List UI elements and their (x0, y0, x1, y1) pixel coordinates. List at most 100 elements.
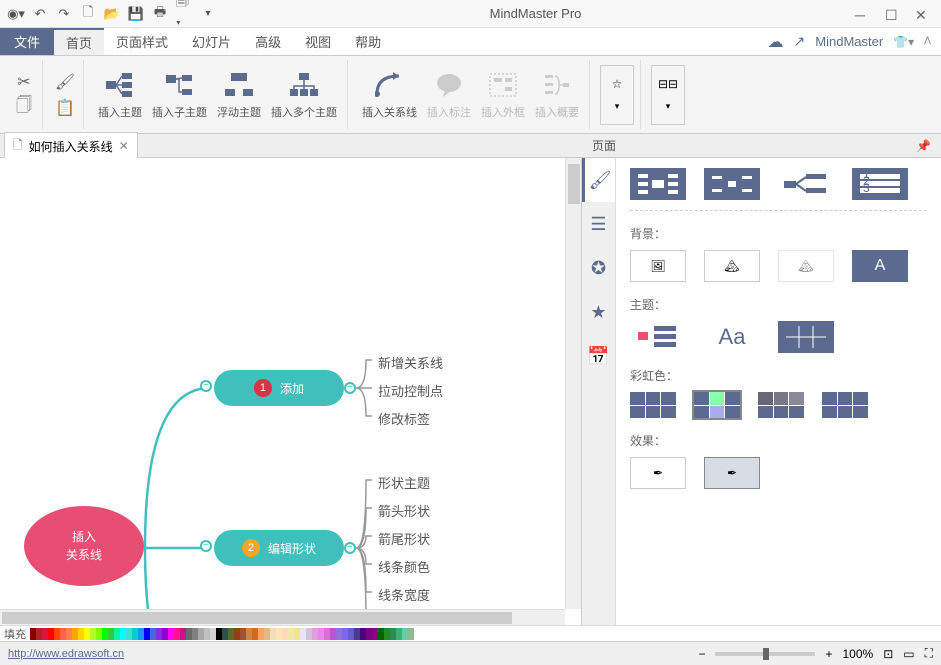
account-link[interactable]: MindMaster (815, 34, 883, 49)
app-title: MindMaster Pro (216, 6, 855, 21)
pin-icon[interactable]: 📌 (916, 139, 941, 153)
leaf[interactable]: 修改标签 (378, 409, 430, 428)
rainbow-swatch[interactable] (758, 392, 804, 418)
rainbow-swatch[interactable] (822, 392, 868, 418)
open-icon[interactable]: 📂 (104, 6, 120, 22)
bg-option[interactable]: 🏔 (778, 250, 834, 282)
copy-icon[interactable]: 🗍 (12, 98, 36, 118)
sp-tab-icons[interactable]: ✪ (582, 246, 615, 290)
horizontal-scrollbar[interactable] (0, 609, 565, 625)
rainbow-swatch[interactable] (694, 392, 740, 418)
zoom-slider[interactable] (715, 652, 815, 656)
effect-option[interactable]: ✒ (630, 457, 686, 489)
tab-view[interactable]: 视图 (293, 28, 343, 55)
layout-option[interactable] (630, 168, 686, 200)
bg-option[interactable]: 🖼 (630, 250, 686, 282)
insert-subtopic-button[interactable]: 插入子主题 (148, 68, 211, 122)
color-swatches[interactable] (30, 628, 941, 640)
fill-label: 填充 (0, 626, 30, 642)
export-icon[interactable]: 🗐▾ (176, 6, 192, 22)
url-link[interactable]: http://www.edrawsoft.cn (8, 648, 124, 660)
bg-option[interactable]: A (852, 250, 908, 282)
zoom-out-icon[interactable]: − (698, 647, 705, 661)
callout-icon (434, 70, 464, 100)
tab-page-style[interactable]: 页面样式 (104, 28, 180, 55)
sp-tab-clipart[interactable]: ★ (582, 290, 615, 334)
leaf[interactable]: 线条颜色 (378, 557, 430, 576)
leaf[interactable]: 箭尾形状 (378, 529, 430, 548)
close-icon[interactable]: ✕ (915, 7, 929, 21)
insert-callout-button[interactable]: 插入标注 (423, 68, 475, 122)
format-painter-icon[interactable]: 🖌 (53, 72, 77, 92)
canvas[interactable]: 插入 关系线 − − − 1添加 − 新增关系线 拉动控制点 修改标签 2编辑形… (0, 158, 581, 625)
sp-tab-outline[interactable]: ☰ (582, 202, 615, 246)
topic-icon (105, 70, 135, 100)
layout-option[interactable] (704, 168, 760, 200)
document-tab[interactable]: 🗋 如何插入关系线 ✕ (4, 132, 138, 160)
ribbon-extra-2[interactable]: ⊟⊟▾ (651, 65, 685, 125)
undo-icon[interactable]: ↶ (32, 6, 48, 22)
fullscreen-icon[interactable]: ⛶ (925, 646, 933, 661)
fit-width-icon[interactable]: ▭ (903, 647, 914, 661)
rainbow-swatch[interactable] (630, 392, 676, 418)
globe-icon[interactable]: ◉▾ (8, 6, 24, 22)
root-node[interactable]: 插入 关系线 (24, 506, 144, 586)
branch-node-1[interactable]: 1添加 (214, 370, 344, 406)
document-tab-bar: 🗋 如何插入关系线 ✕ 页面 📌 (0, 134, 941, 158)
redo-icon[interactable]: ↷ (56, 6, 72, 22)
theme-option[interactable] (630, 321, 686, 353)
new-icon[interactable]: 🗋 (80, 6, 96, 22)
theme-font[interactable]: Aa (704, 321, 760, 353)
fit-page-icon[interactable]: ⊡ (883, 647, 893, 661)
collapse-dot[interactable]: − (200, 540, 212, 552)
quick-access-toolbar: ◉▾ ↶ ↷ 🗋 📂 💾 🖶 🗐▾ ▾ (0, 6, 216, 22)
sp-tab-task[interactable]: 📅 (582, 334, 615, 378)
close-tab-icon[interactable]: ✕ (119, 139, 129, 153)
branch-node-2[interactable]: 2编辑形状 (214, 530, 344, 566)
tab-home[interactable]: 首页 (54, 28, 104, 55)
insert-summary-button[interactable]: 插入概要 (531, 68, 583, 122)
section-background: 背景： (630, 225, 927, 242)
collapse-dot[interactable]: − (344, 382, 356, 394)
collapse-ribbon-icon[interactable]: ᐱ (924, 36, 931, 47)
share-icon[interactable]: ↗ (794, 33, 806, 50)
leaf[interactable]: 线条宽度 (378, 585, 430, 604)
sidepanel-tabs: 🖌 ☰ ✪ ★ 📅 (582, 158, 616, 625)
floating-topic-button[interactable]: 浮动主题 (213, 68, 265, 122)
effect-option[interactable]: ✒ (704, 457, 760, 489)
tab-advanced[interactable]: 高级 (243, 28, 293, 55)
paste-icon[interactable]: 📋 (53, 98, 77, 118)
layout-option[interactable]: 123 (852, 168, 908, 200)
leaf[interactable]: 箭头形状 (378, 501, 430, 520)
insert-relation-button[interactable]: 插入关系线 (358, 68, 421, 122)
collapse-dot[interactable]: − (344, 542, 356, 554)
leaf[interactable]: 形状主题 (378, 473, 430, 492)
cloud-icon[interactable]: ☁ (768, 32, 784, 52)
zoom-in-icon[interactable]: + (825, 647, 832, 661)
print-icon[interactable]: 🖶 (152, 6, 168, 22)
structure-icon: ⊟⊟ (658, 77, 678, 91)
ribbon-extra-1[interactable]: ☆▾ (600, 65, 634, 125)
layout-option[interactable] (778, 168, 834, 200)
vertical-scrollbar[interactable] (565, 158, 581, 609)
leaf[interactable]: 新增关系线 (378, 353, 443, 372)
save-icon[interactable]: 💾 (128, 6, 144, 22)
tab-help[interactable]: 帮助 (343, 28, 393, 55)
insert-boundary-button[interactable]: 插入外框 (477, 68, 529, 122)
section-theme: 主题： (630, 296, 927, 313)
insert-multiple-button[interactable]: 插入多个主题 (267, 68, 341, 122)
bg-option[interactable]: 🏔 (704, 250, 760, 282)
collapse-dot[interactable]: − (200, 380, 212, 392)
tshirt-icon[interactable]: 👕▾ (893, 35, 914, 49)
sp-tab-format[interactable]: 🖌 (582, 158, 615, 202)
canvas-wrapper: 插入 关系线 − − − 1添加 − 新增关系线 拉动控制点 修改标签 2编辑形… (0, 158, 581, 625)
minimize-icon[interactable]: ─ (855, 7, 869, 21)
cut-icon[interactable]: ✂ (12, 72, 36, 92)
tab-slideshow[interactable]: 幻灯片 (180, 28, 243, 55)
leaf[interactable]: 拉动控制点 (378, 381, 443, 400)
maximize-icon[interactable]: ☐ (885, 7, 899, 21)
file-menu[interactable]: 文件 (0, 28, 54, 55)
insert-topic-button[interactable]: 插入主题 (94, 68, 146, 122)
theme-color[interactable] (778, 321, 834, 353)
qat-customize-icon[interactable]: ▾ (200, 6, 216, 22)
